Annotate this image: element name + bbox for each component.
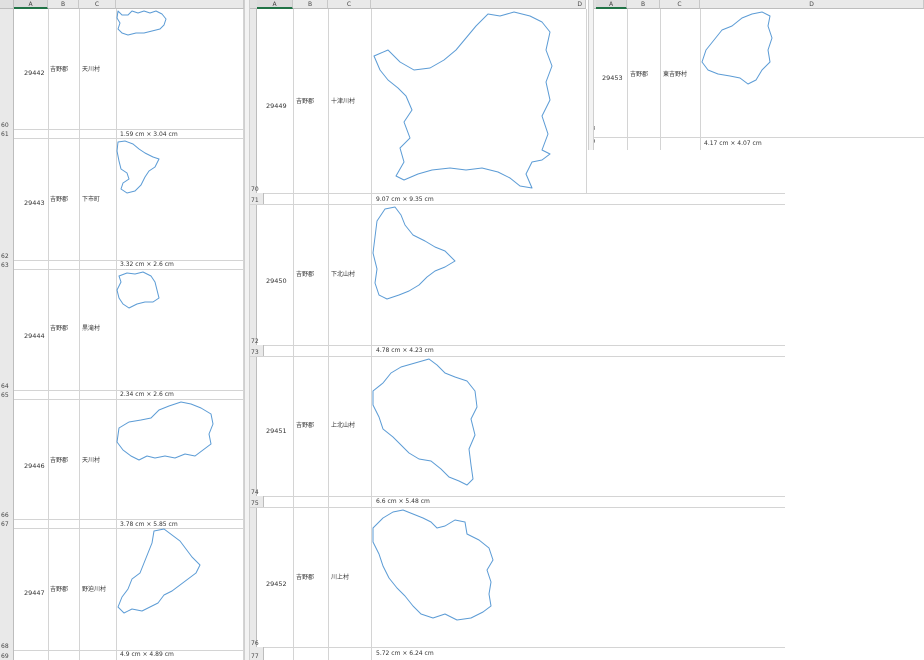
municipality-shape[interactable] [114,528,204,615]
municipality-code[interactable]: 29451 [266,428,287,435]
column-header-b[interactable]: B [293,0,328,9]
left-sheet-pane: A B C 60 61 29442 吉野郡 天川村 1.59 cm × 3.04… [0,0,244,660]
municipality-code[interactable]: 29447 [24,590,45,597]
row-header[interactable]: 72 [250,204,264,345]
row-header[interactable]: 76 [250,507,264,647]
municipality-shape[interactable] [115,139,165,199]
column-header-a[interactable]: A [257,0,293,9]
municipality-shape[interactable] [115,270,165,310]
municipality-shape[interactable] [114,9,174,41]
municipality-code[interactable]: 29452 [266,581,287,588]
row-header[interactable]: 66 [0,399,14,519]
column-header-d[interactable]: D [371,0,586,9]
municipality-shape[interactable] [371,508,495,624]
shape-size-label[interactable]: 4.78 cm × 4.23 cm [376,347,434,354]
shape-size-label[interactable]: 5.72 cm × 6.24 cm [376,650,434,657]
shape-size-label[interactable]: 3.32 cm × 2.6 cm [120,261,174,268]
shape-size-label[interactable]: 2.34 cm × 2.6 cm [120,391,174,398]
row-header[interactable]: 63 [0,260,14,269]
row-header[interactable]: 61 [0,129,14,138]
municipality-shape[interactable] [115,400,215,464]
column-header-b[interactable]: B [627,0,660,9]
district-name[interactable]: 吉野郡 [630,71,648,78]
municipality-name[interactable]: 上北山村 [331,422,355,429]
column-header-d[interactable] [116,0,244,9]
municipality-shape[interactable] [370,10,560,190]
row-header[interactable]: 67 [0,519,14,528]
municipality-code[interactable]: 29443 [24,200,45,207]
row-header[interactable]: 69 [0,650,14,660]
column-header-b[interactable]: B [48,0,79,9]
row-header[interactable]: 65 [0,390,14,399]
district-name[interactable]: 吉野郡 [296,422,314,429]
row-header[interactable]: 73 [250,345,264,356]
municipality-shape[interactable] [371,205,461,301]
municipality-name[interactable]: 下北山村 [331,271,355,278]
district-name[interactable]: 吉野郡 [50,586,68,593]
row-header[interactable]: 75 [250,496,264,507]
district-name[interactable]: 吉野郡 [296,574,314,581]
municipality-code[interactable]: 29442 [24,70,45,77]
municipality-code[interactable]: 29446 [24,463,45,470]
municipality-name[interactable]: 天川村 [82,66,100,73]
district-name[interactable]: 吉野郡 [50,196,68,203]
municipality-name[interactable]: 十津川村 [331,98,355,105]
row-header[interactable]: 9 [594,139,595,146]
right-sheet-pane: A B C D 8 9 29453 吉野郡 東吉野村 4.17 cm × 4.0… [594,0,924,150]
district-name[interactable]: 吉野郡 [50,457,68,464]
municipality-shape[interactable] [698,10,774,86]
row-header[interactable]: 77 [250,647,264,660]
column-header-c[interactable]: C [660,0,700,9]
row-header[interactable]: 60 [0,9,14,129]
select-all-corner[interactable] [0,0,14,9]
column-header-d[interactable]: D [700,0,924,9]
shape-size-label[interactable]: 3.78 cm × 5.85 cm [120,521,178,528]
row-header[interactable]: 74 [250,356,264,496]
shape-size-label[interactable]: 9.07 cm × 9.35 cm [376,196,434,203]
row-header[interactable]: 62 [0,138,14,260]
municipality-name[interactable]: 下市町 [82,196,100,203]
municipality-name[interactable]: 黒滝村 [82,325,100,332]
row-header[interactable]: 71 [250,193,264,204]
column-header-a[interactable]: A [14,0,48,9]
row-header[interactable]: 8 [594,126,595,133]
district-name[interactable]: 吉野郡 [50,325,68,332]
shape-size-label[interactable]: 4.9 cm × 4.89 cm [120,651,174,658]
municipality-code[interactable]: 29449 [266,103,287,110]
municipality-name[interactable]: 東吉野村 [663,71,687,78]
column-header-c[interactable]: C [79,0,116,9]
column-header-a[interactable]: A [596,0,627,9]
municipality-code[interactable]: 29450 [266,278,287,285]
district-name[interactable]: 吉野郡 [296,271,314,278]
municipality-name[interactable]: 川上村 [331,574,349,581]
district-name[interactable]: 吉野郡 [50,66,68,73]
row-header[interactable]: 70 [250,9,264,193]
shape-size-label[interactable]: 4.17 cm × 4.07 cm [704,140,762,147]
municipality-name[interactable]: 野迫川村 [82,586,106,593]
shape-size-label[interactable]: 1.59 cm × 3.04 cm [120,131,178,138]
municipality-code[interactable]: 29453 [602,75,623,82]
column-header-c[interactable]: C [328,0,371,9]
municipality-code[interactable]: 29444 [24,333,45,340]
shape-size-label[interactable]: 6.6 cm × 5.48 cm [376,498,430,505]
district-name[interactable]: 吉野郡 [296,98,314,105]
row-header[interactable]: 64 [0,269,14,390]
municipality-name[interactable]: 天川村 [82,457,100,464]
row-header[interactable]: 68 [0,528,14,650]
municipality-shape[interactable] [371,357,481,489]
